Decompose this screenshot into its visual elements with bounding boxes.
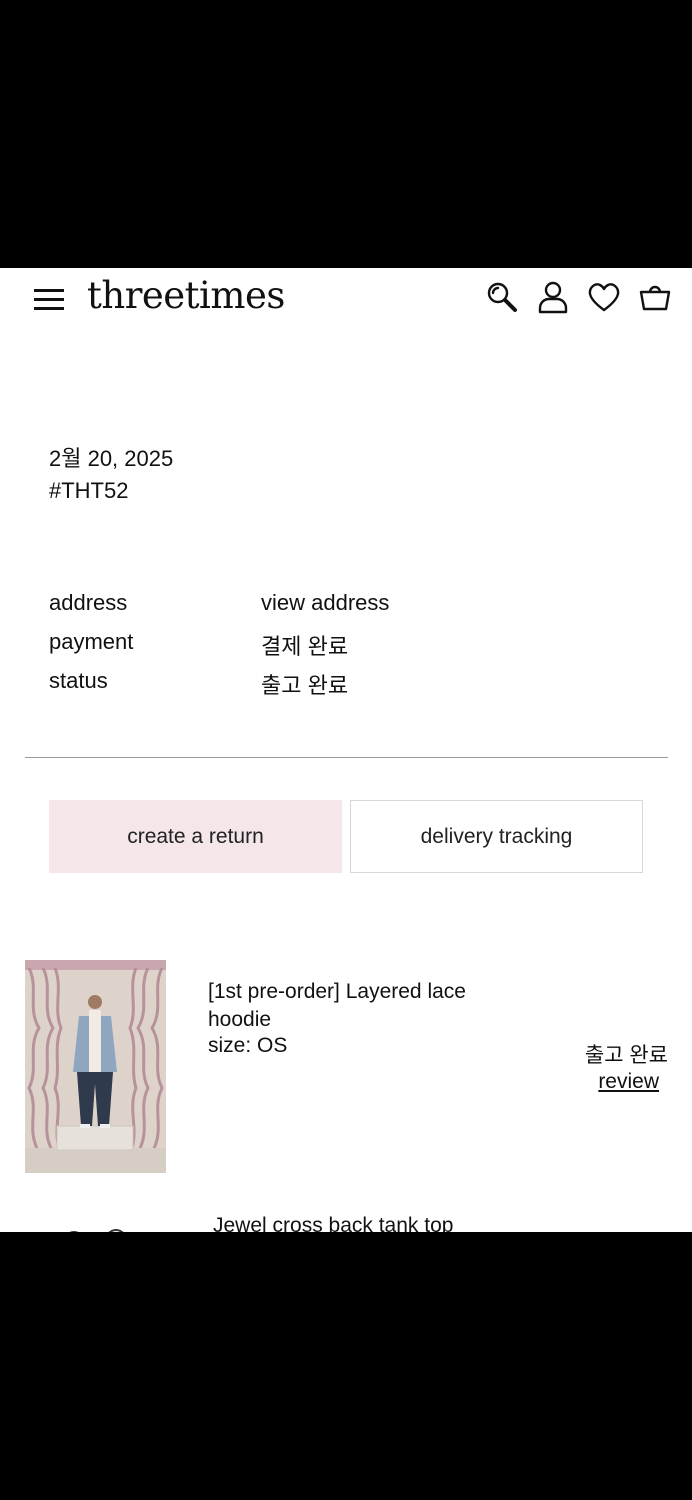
product-name[interactable]: [1st pre-order] Layered lace hoodie [208, 978, 468, 1034]
menu-icon[interactable] [32, 286, 66, 312]
view-address-link[interactable]: view address [261, 590, 389, 616]
order-detail-screen: threetimes 2월 20, 2025 #THT52 address vi… [0, 268, 692, 1232]
order-number: #THT52 [49, 478, 129, 503]
payment-value: 결제 완료 [261, 634, 349, 659]
header-icons [483, 280, 674, 314]
next-product-image[interactable] [60, 1224, 140, 1232]
product-size: size: OS [208, 1034, 288, 1057]
create-return-button[interactable]: create a return [49, 800, 342, 873]
divider [25, 757, 668, 758]
next-product-name[interactable]: Jewel cross back tank top [213, 1214, 453, 1232]
heart-icon[interactable] [585, 280, 623, 314]
delivery-tracking-button[interactable]: delivery tracking [350, 800, 643, 873]
info-row-address: address view address [49, 590, 649, 629]
info-row-payment: payment 결제 완료 [49, 629, 649, 668]
product-image[interactable] [25, 960, 166, 1173]
status-label: status [49, 668, 108, 693]
info-row-status: status 출고 완료 [49, 668, 649, 707]
status-value: 출고 완료 [261, 673, 349, 698]
status-bar-area [0, 0, 692, 268]
order-info: address view address payment 결제 완료 statu… [49, 590, 649, 707]
shopping-bag-icon[interactable] [636, 280, 674, 314]
brand-logo[interactable]: threetimes [87, 274, 285, 317]
order-date: 2월 20, 2025 [49, 446, 174, 471]
address-label: address [49, 590, 128, 615]
payment-label: payment [49, 629, 134, 654]
site-header: threetimes [0, 268, 692, 328]
review-link[interactable]: review [598, 1070, 659, 1094]
account-icon[interactable] [534, 280, 572, 314]
search-icon[interactable] [483, 280, 521, 314]
navigation-bar-area [0, 1232, 692, 1500]
product-status: 출고 완료 [584, 1044, 668, 1067]
